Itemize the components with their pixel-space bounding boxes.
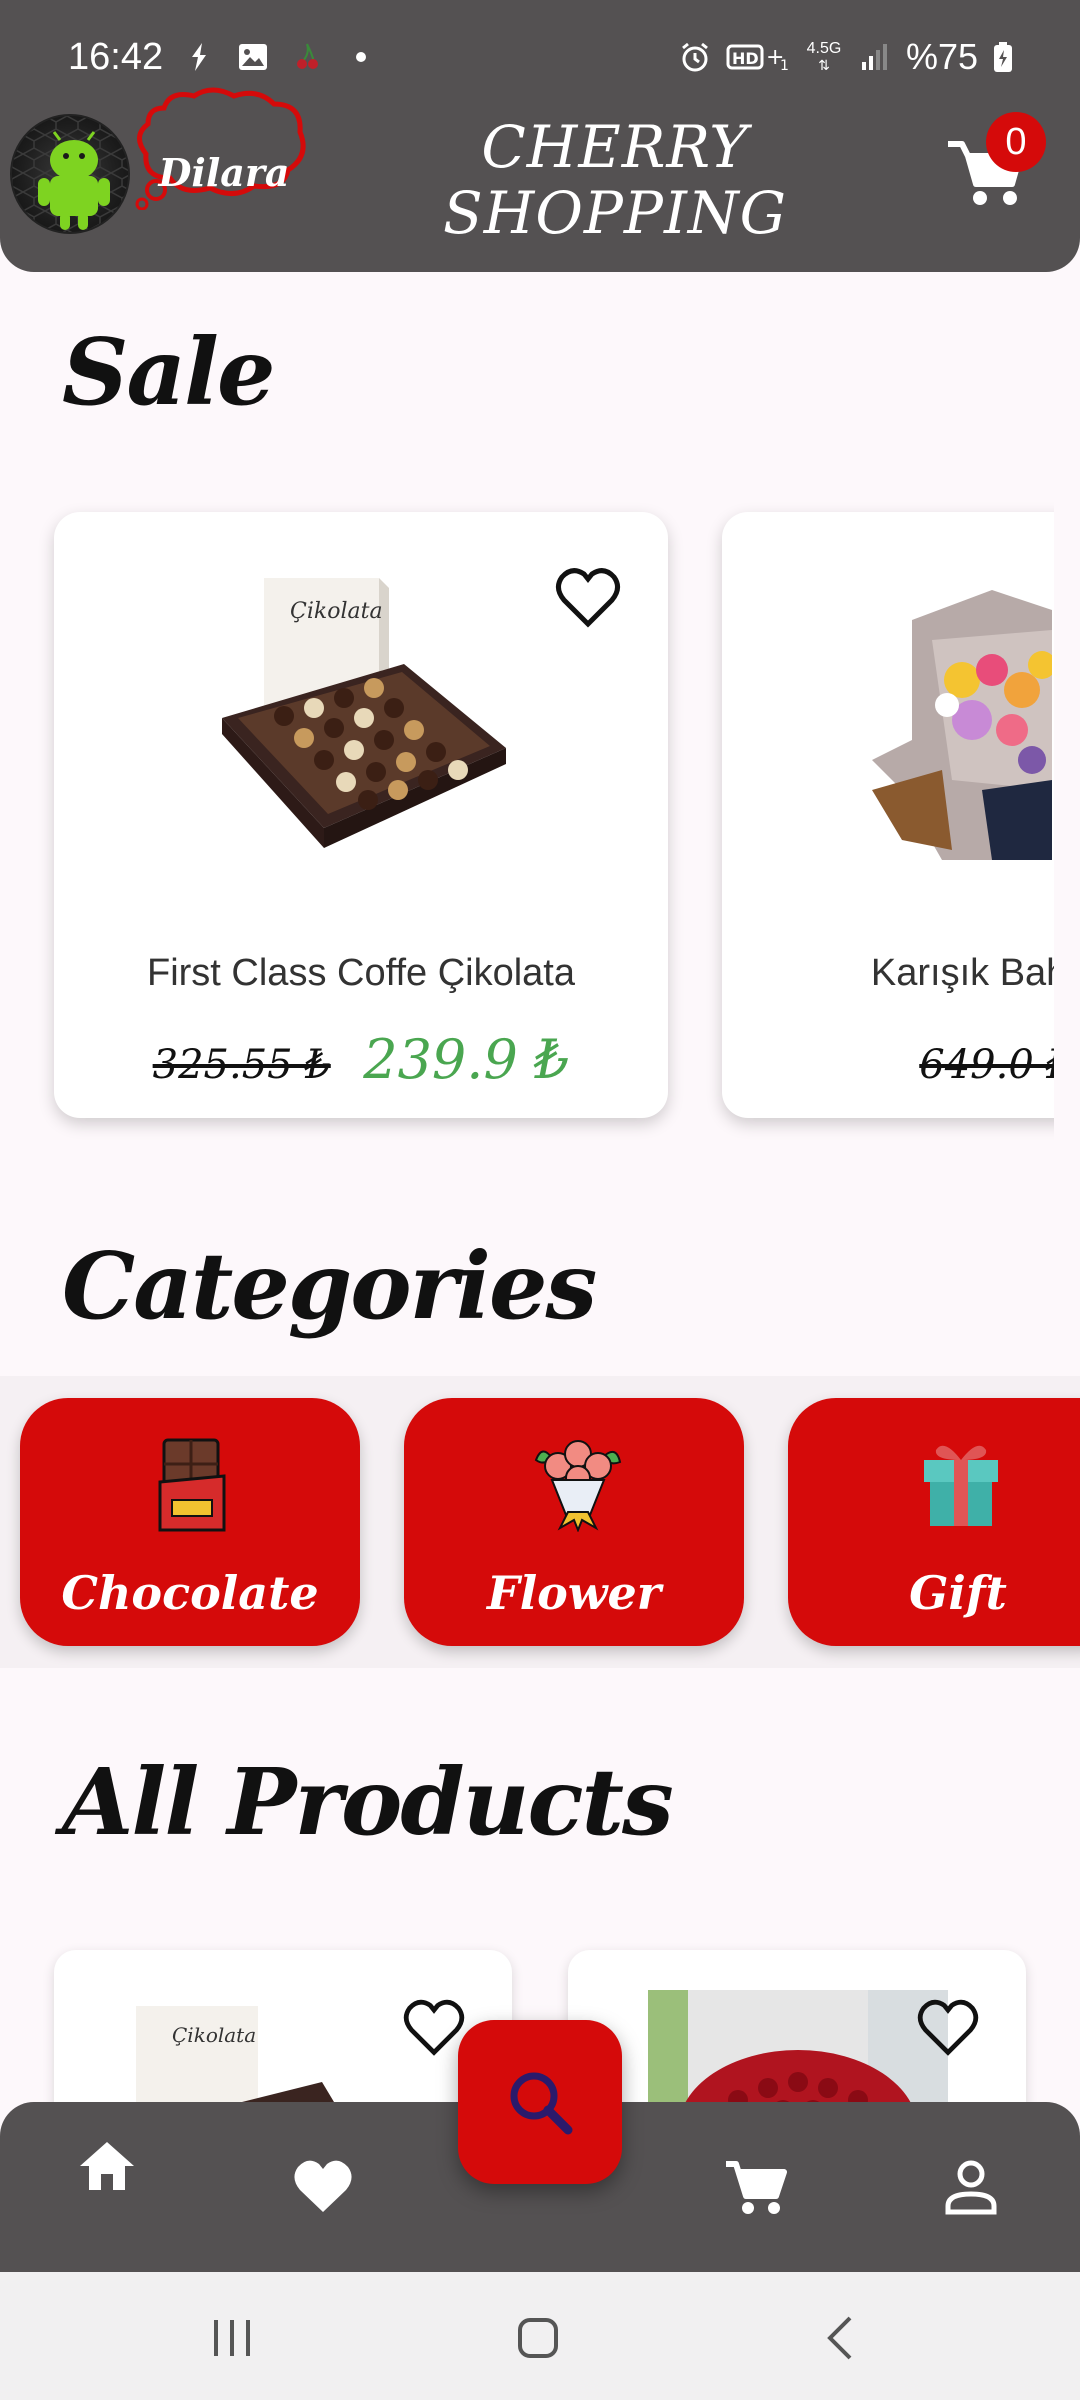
cart-count-badge: 0: [986, 112, 1046, 172]
gallery-icon: [236, 40, 270, 74]
status-time: 16:42: [68, 36, 164, 78]
product-prices: 649.0 ₺ 5: [722, 1028, 1054, 1091]
category-gift[interactable]: Gift: [788, 1398, 1080, 1646]
chocolate-box-image: Çikolata: [222, 578, 506, 848]
app-screen: 16:42 HD +1 4.5G ⇅ %75 Dilara CHERRY SHO…: [0, 0, 1080, 2400]
nav-home[interactable]: [72, 2132, 142, 2202]
dot-icon: [344, 40, 378, 74]
svg-text:Çikolata: Çikolata: [290, 599, 383, 624]
category-label: Chocolate: [61, 1566, 319, 1620]
category-label: Flower: [487, 1566, 661, 1620]
network-type: 4.5G ⇅: [806, 40, 842, 74]
alarm-icon: [678, 40, 712, 74]
favorite-heart-icon[interactable]: [402, 1996, 466, 2060]
old-price: 325.55 ₺: [152, 1042, 331, 1088]
svg-text:Çikolata: Çikolata: [172, 2023, 256, 2047]
product-name: First Class Coffe Çikolata: [147, 952, 575, 994]
all-products-section-title: All Products: [62, 1748, 674, 1856]
cart-icon: [726, 2161, 787, 2214]
favorite-heart-icon[interactable]: [554, 564, 622, 632]
categories-section-title: Categories: [62, 1232, 597, 1340]
cherry-app-icon: [290, 40, 324, 74]
status-system-icons: HD +1 4.5G ⇅ %75: [678, 36, 1014, 78]
profile-icon: [945, 2160, 997, 2215]
home-system-icon[interactable]: [514, 2314, 562, 2362]
search-icon: [510, 2072, 573, 2135]
flower-icon: [534, 1440, 622, 1532]
sale-product-card[interactable]: Çikolata First Class Coffe Çikolata 325.: [54, 512, 668, 1118]
nav-profile[interactable]: [936, 2152, 1006, 2222]
svg-text:HD: HD: [732, 49, 759, 68]
hd-voice-icon: HD +1: [726, 40, 790, 74]
category-label: Gift: [909, 1566, 1007, 1620]
svg-text:1: 1: [780, 58, 789, 74]
app-title: CHERRY SHOPPING: [443, 113, 787, 247]
flower-bouquet-image: [872, 590, 1052, 860]
favorites-icon: [294, 2160, 352, 2212]
nav-cart[interactable]: [720, 2152, 790, 2222]
category-flower[interactable]: Flower: [404, 1398, 744, 1646]
product-prices: 325.55 ₺ 239.9 ₺: [54, 1028, 668, 1091]
search-fab-button[interactable]: [458, 2020, 622, 2184]
recent-apps-icon[interactable]: [210, 2316, 254, 2360]
chocolate-icon: [158, 1438, 226, 1532]
old-price: 649.0 ₺: [919, 1042, 1054, 1088]
status-notifications: [182, 40, 378, 74]
categories-carousel[interactable]: Chocolate Flower Gift: [0, 1376, 1080, 1668]
gift-icon: [924, 1445, 998, 1526]
battery-charging-icon: [992, 40, 1014, 74]
system-navigation-bar: [0, 2272, 1080, 2400]
signal-icon: [858, 40, 892, 74]
sale-carousel[interactable]: Çikolata First Class Coffe Çikolata 325.: [0, 500, 1054, 1140]
product-name: Karışık Bahar Ç: [870, 952, 1054, 994]
app-header: 16:42 HD +1 4.5G ⇅ %75 Dilara CHERRY SHO…: [0, 0, 1080, 272]
category-chocolate[interactable]: Chocolate: [20, 1398, 360, 1646]
home-icon: [80, 2142, 134, 2190]
user-name: Dilara: [158, 150, 290, 195]
user-avatar[interactable]: [10, 114, 130, 234]
sale-section-title: Sale: [62, 318, 276, 426]
nav-favorites[interactable]: [288, 2152, 358, 2222]
android-avatar-icon: [12, 116, 128, 232]
sale-price: 239.9 ₺: [363, 1028, 570, 1091]
sale-product-card[interactable]: Karışık Bahar Ç 649.0 ₺ 5: [722, 512, 1054, 1118]
favorite-heart-icon[interactable]: [916, 1996, 980, 2060]
battery-percent: %75: [905, 36, 978, 77]
sync-icon: [182, 40, 216, 74]
back-icon[interactable]: [820, 2314, 860, 2362]
